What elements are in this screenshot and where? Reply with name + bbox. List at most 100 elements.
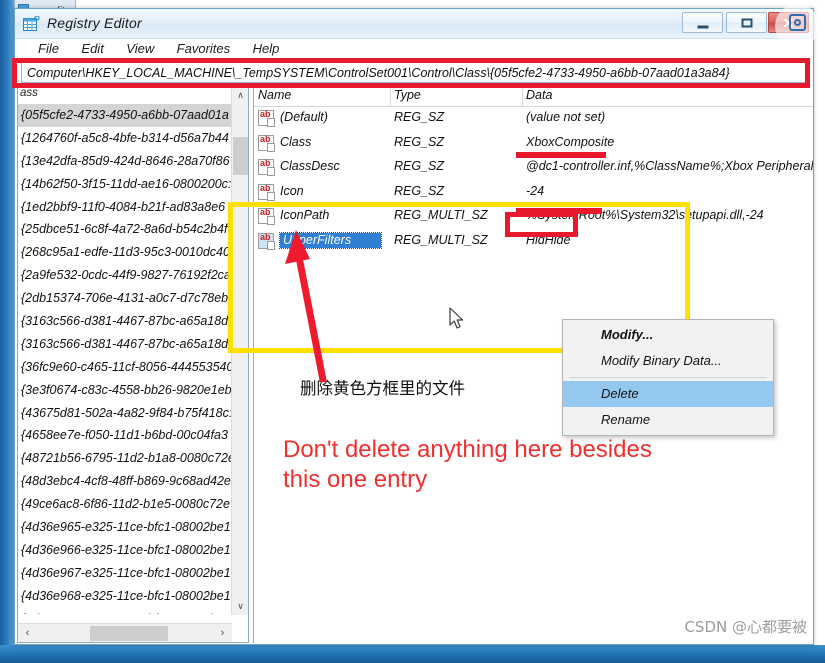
- registry-value-name[interactable]: (Default): [280, 110, 328, 124]
- registry-value-row[interactable]: Icon REG_SZ -24: [254, 181, 813, 206]
- context-menu-separator: [569, 377, 767, 378]
- context-menu: Modify... Modify Binary Data... Delete R…: [562, 319, 774, 436]
- column-header-data[interactable]: Data: [526, 88, 552, 102]
- tree-pane-header: ass: [18, 87, 248, 104]
- string-value-icon: [258, 232, 275, 250]
- scroll-up-icon[interactable]: ∧: [232, 87, 248, 104]
- registry-value-type: REG_SZ: [394, 110, 445, 124]
- context-menu-item-modify[interactable]: Modify...: [563, 322, 773, 348]
- taskbar-bottom: [0, 645, 825, 663]
- tree-vscroll-thumb[interactable]: [233, 137, 248, 175]
- registry-path-input[interactable]: Computer\HKEY_LOCAL_MACHINE\_TempSYSTEM\…: [21, 61, 807, 83]
- registry-key-item[interactable]: {48d3ebc4-4cf8-48ff-b869-9c68ad42e: [18, 470, 248, 493]
- registry-value-row[interactable]: UpperFilters REG_MULTI_SZ HidHide: [254, 230, 813, 255]
- scroll-right-icon[interactable]: ›: [213, 624, 232, 642]
- registry-key-item[interactable]: {49ce6ac8-6f86-11d2-b1e5-0080c72e…: [18, 493, 248, 516]
- menu-item-favorites[interactable]: Favorites: [168, 39, 239, 56]
- registry-value-name[interactable]: IconPath: [280, 208, 329, 222]
- string-value-icon: [258, 207, 275, 225]
- taskbar-left-edge: [0, 0, 14, 645]
- registry-value-row[interactable]: (Default) REG_SZ (value not set): [254, 107, 813, 132]
- registry-value-type: REG_MULTI_SZ: [394, 208, 488, 222]
- registry-key-item[interactable]: {4d36e966-e325-11ce-bfc1-08002be1(: [18, 539, 248, 562]
- string-value-icon: [258, 183, 275, 201]
- scroll-down-icon[interactable]: ∨: [232, 598, 248, 615]
- registry-key-item[interactable]: {2a9fe532-0cdc-44f9-9827-76192f2ca.: [18, 264, 248, 287]
- registry-value-type: REG_SZ: [394, 159, 445, 173]
- registry-value-name[interactable]: Icon: [280, 184, 304, 198]
- registry-value-data: HidHide: [526, 232, 571, 247]
- registry-value-name[interactable]: ClassDesc: [280, 159, 340, 173]
- registry-value-type: REG_SZ: [394, 183, 445, 198]
- maximize-icon: [741, 18, 752, 27]
- string-value-icon: [258, 109, 275, 127]
- address-bar-container: Computer\HKEY_LOCAL_MACHINE\_TempSYSTEM\…: [15, 61, 813, 87]
- context-menu-item-rename[interactable]: Rename: [563, 407, 773, 433]
- screenshot-root: regedit Registry Editor: [0, 0, 825, 663]
- context-menu-item-delete[interactable]: Delete: [563, 381, 773, 407]
- registry-key-item[interactable]: {25dbce51-6c8f-4a72-8a6d-b54c2b4f:: [18, 218, 248, 241]
- registry-key-item[interactable]: {3163c566-d381-4467-87bc-a65a18d5: [18, 310, 248, 333]
- close-button[interactable]: ✕: [768, 12, 809, 33]
- registry-key-item[interactable]: {268c95a1-edfe-11d3-95c3-0010dc40:: [18, 241, 248, 264]
- scroll-left-icon[interactable]: ‹: [18, 624, 37, 642]
- registry-key-item[interactable]: {4d36e968-e325-11ce-bfc1-08002be1(: [18, 585, 248, 608]
- registry-key-item[interactable]: {14b62f50-3f15-11dd-ae16-0800200c:: [18, 173, 248, 196]
- registry-key-item[interactable]: {1ed2bbf9-11f0-4084-b21f-ad83a8e6: [18, 196, 248, 219]
- registry-value-data: %SystemRoot%\System32\setupapi.dll,-24: [526, 208, 764, 222]
- annotation-warning-text: Don't delete anything here besides this …: [283, 435, 783, 495]
- window-title: Registry Editor: [47, 15, 142, 31]
- registry-key-item[interactable]: {36fc9e60-c465-11cf-8056-444553540: [18, 356, 248, 379]
- registry-key-item[interactable]: {4d36e967-e325-11ce-bfc1-08002be1(: [18, 562, 248, 585]
- column-header-type[interactable]: Type: [394, 88, 421, 102]
- maximize-button[interactable]: [726, 12, 767, 33]
- registry-value-row[interactable]: ClassDesc REG_SZ @dc1-controller.inf,%Clas…: [254, 156, 813, 181]
- registry-value-name[interactable]: Class: [280, 135, 311, 149]
- menu-item-help[interactable]: Help: [244, 39, 289, 56]
- registry-key-item[interactable]: {48721b56-6795-11d2-b1a8-0080c72e: [18, 447, 248, 470]
- column-divider-2[interactable]: [522, 87, 523, 107]
- registry-value-data: -24: [526, 183, 545, 198]
- minimize-button[interactable]: [682, 12, 723, 33]
- registry-key-item[interactable]: {1264760f-a5c8-4bfe-b314-d56a7b44: [18, 127, 248, 150]
- registry-value-type: REG_MULTI_SZ: [394, 232, 488, 247]
- tree-hscroll-thumb[interactable]: [90, 626, 168, 641]
- registry-key-item[interactable]: {3e3f0674-c83c-4558-bb26-9820e1eb: [18, 379, 248, 402]
- registry-value-type: REG_SZ: [394, 134, 445, 149]
- registry-key-item[interactable]: {4d36e969-e325-11ce-bfc1-08002be1(: [18, 608, 248, 614]
- menu-item-file[interactable]: File: [29, 39, 68, 56]
- tree-horizontal-scrollbar[interactable]: ‹ ›: [18, 623, 232, 642]
- registry-key-item[interactable]: {4d36e965-e325-11ce-bfc1-08002be1(: [18, 516, 248, 539]
- registry-values-list[interactable]: (Default) REG_SZ (value not set) Class REG_S…: [254, 107, 813, 254]
- registry-key-item[interactable]: {3163c566-d381-4467-87bc-a65a18d5: [18, 333, 248, 356]
- registry-value-data: @dc1-controller.inf,%ClassName%;Xbox Per…: [526, 159, 813, 173]
- annotation-warning-line-2: this one entry: [283, 466, 428, 493]
- tree-vertical-scrollbar[interactable]: ∧ ∨: [231, 87, 248, 615]
- registry-value-row[interactable]: Class REG_SZ XboxComposite: [254, 132, 813, 157]
- annotation-chinese-note: 删除黄色方框里的文件: [300, 379, 465, 398]
- registry-key-item[interactable]: {13e42dfa-85d9-424d-8646-28a70f86: [18, 150, 248, 173]
- registry-value-data: XboxComposite: [526, 134, 615, 149]
- context-menu-item-modify-binary-data[interactable]: Modify Binary Data...: [563, 348, 773, 374]
- registry-key-item[interactable]: {2db15374-706e-4131-a0c7-d7c78eb0: [18, 287, 248, 310]
- registry-key-list[interactable]: {05f5cfe2-4733-4950-a6bb-07aad01a {126476…: [18, 104, 248, 614]
- column-header-name[interactable]: Name: [258, 88, 291, 102]
- csdn-watermark: CSDN @心都要被: [684, 618, 807, 636]
- registry-value-row[interactable]: IconPath REG_MULTI_SZ %SystemRoot%\System3…: [254, 205, 813, 230]
- menu-item-edit[interactable]: Edit: [72, 39, 112, 56]
- minimize-icon: [697, 25, 708, 28]
- registry-key-item[interactable]: {05f5cfe2-4733-4950-a6bb-07aad01a: [18, 104, 248, 127]
- annotation-warning-line-1: Don't delete anything here besides: [283, 436, 652, 463]
- string-value-icon: [258, 158, 275, 176]
- registry-key-item[interactable]: {43675d81-502a-4a82-9f84-b75f418c:: [18, 402, 248, 425]
- main-content: ass {05f5cfe2-4733-4950-a6bb-07aad01a {12…: [15, 87, 813, 643]
- menu-item-view[interactable]: View: [117, 39, 163, 56]
- registry-value-name[interactable]: UpperFilters: [278, 231, 383, 249]
- title-bar: Registry Editor ✕: [15, 4, 819, 48]
- registry-key-item[interactable]: {4658ee7e-f050-11d1-b6bd-00c04fa3: [18, 424, 248, 447]
- registry-editor-icon: [23, 15, 40, 32]
- registry-values-pane: Name Type Data (Default) REG_SZ (value not…: [253, 87, 813, 643]
- column-divider-1[interactable]: [390, 87, 391, 107]
- close-icon: ✕: [782, 14, 795, 31]
- string-value-icon: [258, 134, 275, 152]
